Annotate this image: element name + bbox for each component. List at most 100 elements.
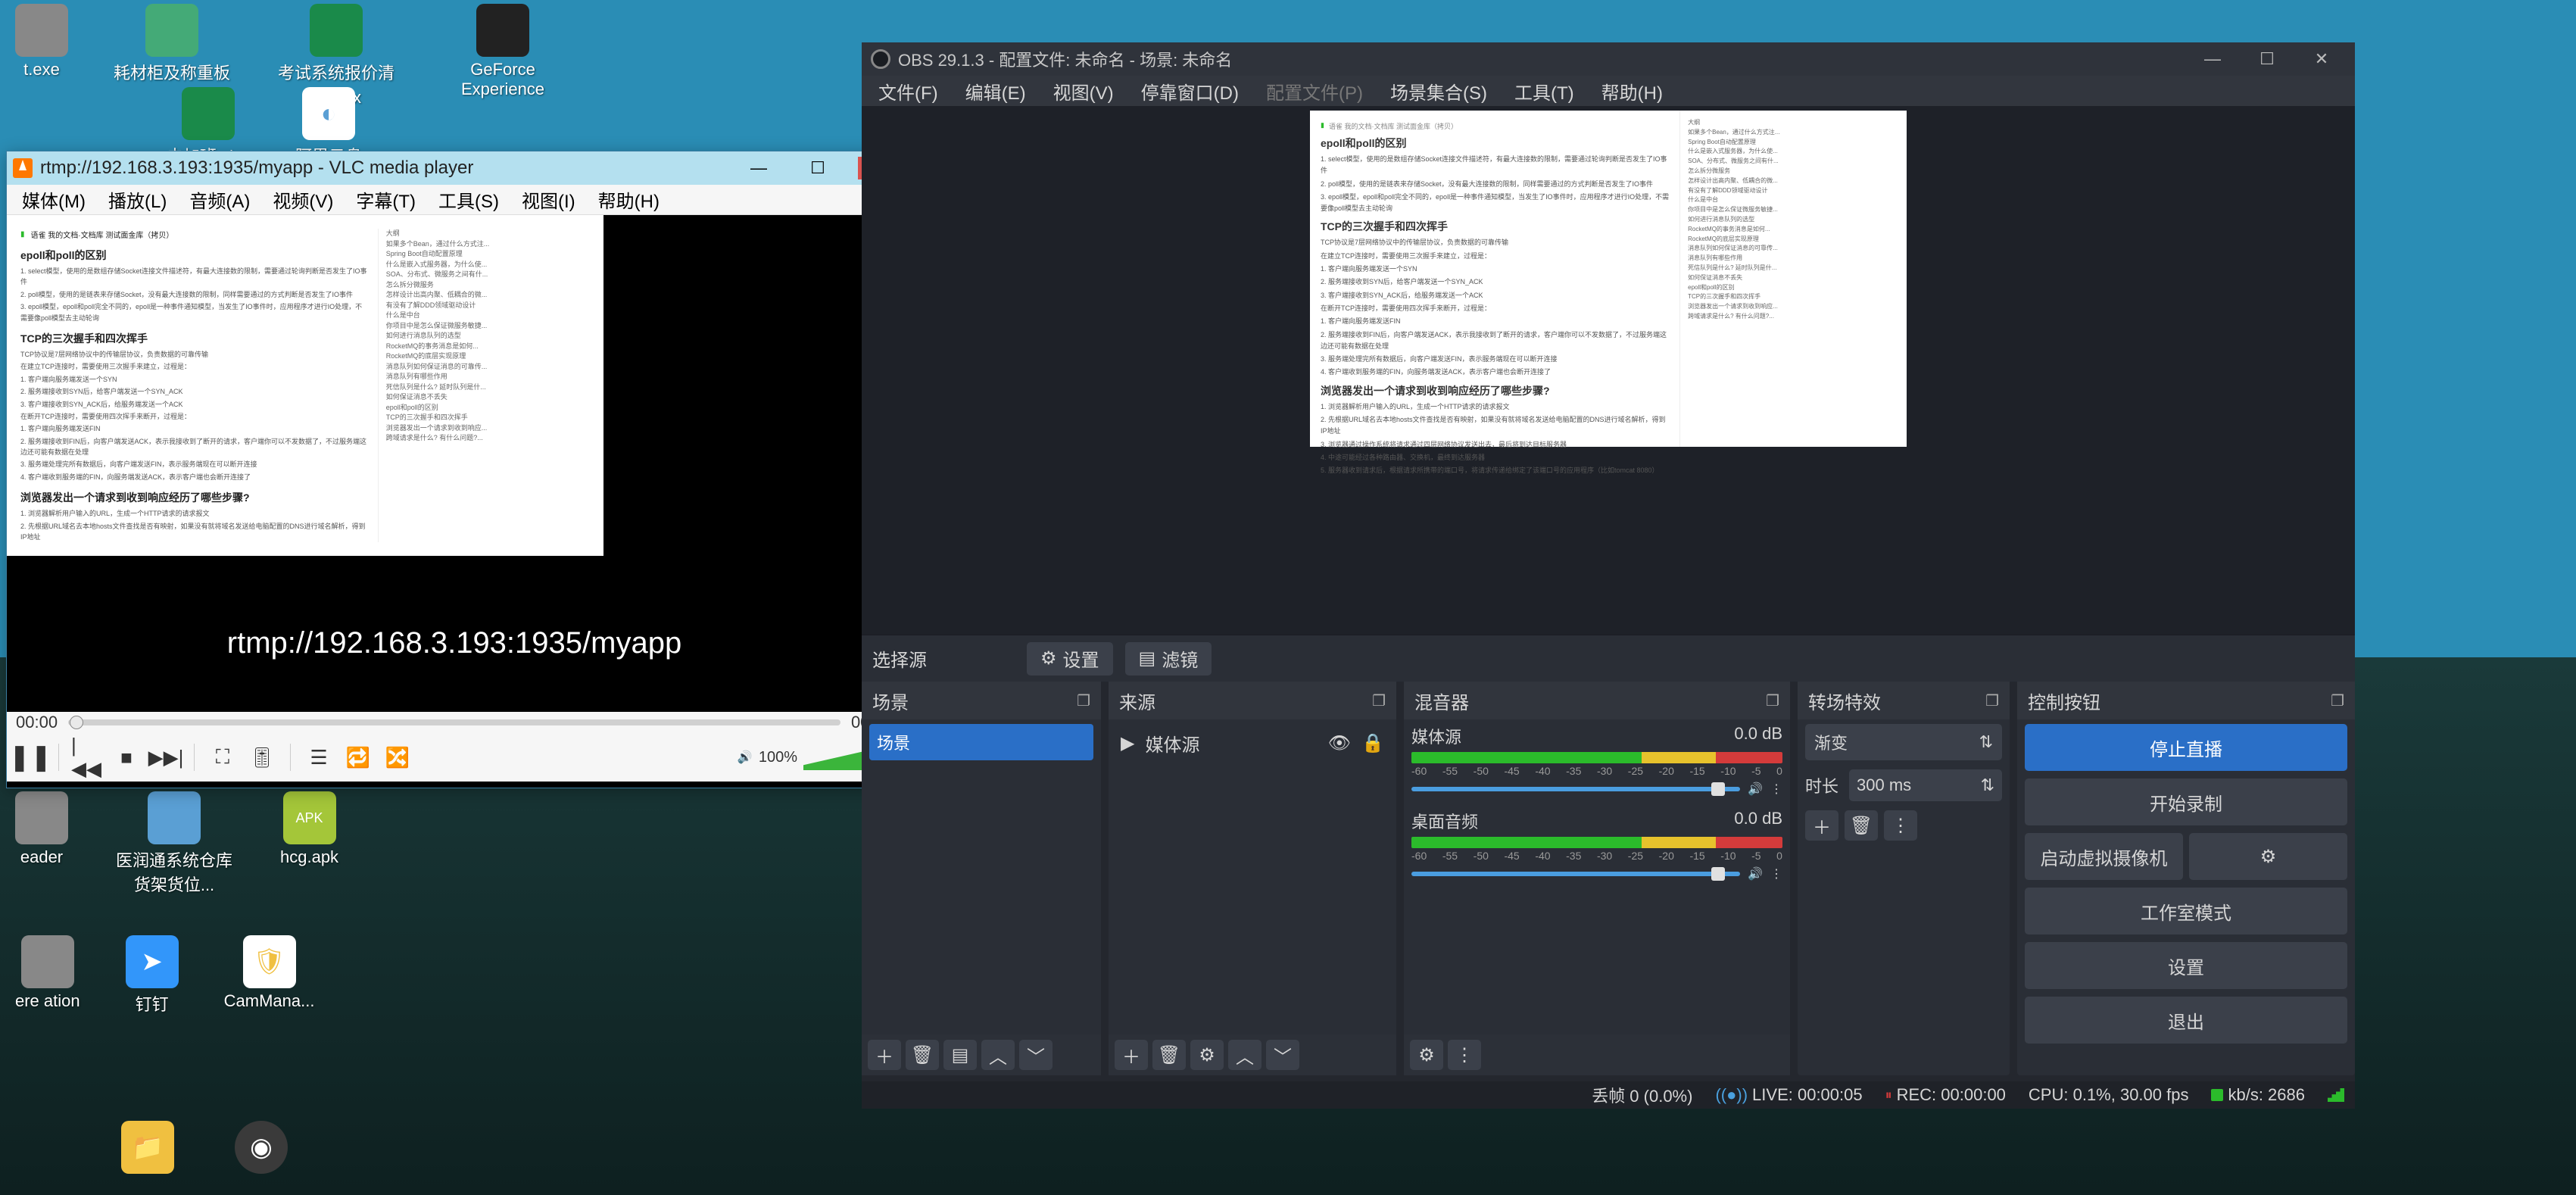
- add-source-button[interactable]: ＋: [1115, 1040, 1148, 1070]
- doc-text: 3. 服务端处理完所有数据后，向客户端发送FIN，表示服务端现在可以断开连接: [20, 459, 367, 470]
- fullscreen-button[interactable]: ⛶: [207, 741, 239, 773]
- dock-popout-icon[interactable]: ❐: [2331, 691, 2344, 710]
- dock-popout-icon[interactable]: ❐: [1985, 691, 1999, 710]
- remove-scene-button[interactable]: 🗑: [906, 1040, 939, 1070]
- chevron-updown-icon: ⇅: [1979, 732, 1993, 752]
- remove-source-button[interactable]: 🗑: [1152, 1040, 1186, 1070]
- extended-settings-button[interactable]: 🎚: [246, 741, 278, 773]
- doc-heading: TCP的三次握手和四次挥手: [1321, 219, 1669, 234]
- visibility-icon[interactable]: 👁: [1328, 732, 1351, 754]
- desktop-icon[interactable]: ere ation: [15, 935, 80, 1016]
- studio-mode-button[interactable]: 工作室模式: [2025, 888, 2347, 934]
- stop-button[interactable]: ■: [111, 741, 142, 773]
- speaker-icon[interactable]: 🔊: [1748, 866, 1763, 881]
- volume-slider[interactable]: [1411, 787, 1740, 791]
- vlc-titlebar[interactable]: rtmp://192.168.3.193:1935/myapp - VLC me…: [7, 151, 902, 185]
- next-button[interactable]: ▶▶|: [150, 741, 182, 773]
- more-icon[interactable]: ⋮: [1770, 866, 1782, 881]
- transition-select[interactable]: 渐变 ⇅: [1805, 724, 2002, 760]
- vlc-video-area[interactable]: ▮语雀 我的文档·文档库 测试面金库（拷贝） epoll和poll的区别 1. …: [7, 215, 902, 712]
- mixer-channel: 桌面音频0.0 dB -60-55-50-45-40-35-30-25-20-1…: [1411, 809, 1782, 881]
- loop-button[interactable]: 🔁: [342, 741, 374, 773]
- vlc-menu-audio[interactable]: 音频(A): [179, 183, 260, 216]
- dock-popout-icon[interactable]: ❐: [1372, 691, 1386, 710]
- volume-icon[interactable]: 🔊: [738, 750, 753, 765]
- duration-input[interactable]: 300 ms ⇅: [1849, 769, 2002, 801]
- minimize-button[interactable]: —: [2188, 45, 2237, 73]
- vlc-progress-slider[interactable]: [68, 719, 840, 725]
- maximize-button[interactable]: ☐: [799, 157, 837, 179]
- vlc-menu-view[interactable]: 视图(I): [511, 183, 586, 216]
- move-up-button[interactable]: ︿: [981, 1040, 1015, 1070]
- obs-menu-dock[interactable]: 停靠窗口(D): [1127, 73, 1252, 109]
- vlc-menu-playback[interactable]: 播放(L): [98, 183, 177, 216]
- speaker-icon[interactable]: 🔊: [1748, 782, 1763, 797]
- stepper-icon[interactable]: ⇅: [1981, 775, 1994, 795]
- add-transition-button[interactable]: ＋: [1805, 810, 1838, 841]
- vlc-menu-media[interactable]: 媒体(M): [11, 183, 96, 216]
- slider-knob[interactable]: [1711, 867, 1725, 881]
- slider-knob[interactable]: [1711, 782, 1725, 796]
- obs-menu-profile[interactable]: 配置文件(P): [1252, 73, 1377, 109]
- properties-button[interactable]: ⚙设置: [1027, 642, 1113, 676]
- scene-filter-button[interactable]: ▤: [943, 1040, 977, 1070]
- obs-menu-edit[interactable]: 编辑(E): [952, 73, 1040, 109]
- desktop-icon[interactable]: 🛡CamMana...: [224, 935, 315, 1016]
- prev-button[interactable]: |◀◀: [71, 741, 103, 773]
- obs-preview-area[interactable]: ▮语雀 我的文档·文档库 测试面金库（拷贝） epoll和poll的区别 1. …: [862, 106, 2355, 635]
- vlc-menu-video[interactable]: 视频(V): [262, 183, 344, 216]
- video-content: ▮语雀 我的文档·文档库 测试面金库（拷贝） epoll和poll的区别 1. …: [7, 215, 603, 556]
- vlc-menu-help[interactable]: 帮助(H): [588, 183, 670, 216]
- mixer-menu-button[interactable]: ⋮: [1448, 1040, 1481, 1070]
- obs-menu-file[interactable]: 文件(F): [865, 73, 952, 109]
- stop-streaming-button[interactable]: 停止直播: [2025, 724, 2347, 771]
- volume-slider[interactable]: [1411, 872, 1740, 876]
- obs-menu-tools[interactable]: 工具(T): [1501, 73, 1588, 109]
- desktop-icon-obs[interactable]: ◉: [235, 1121, 288, 1174]
- scene-item-active[interactable]: 场景: [869, 724, 1093, 760]
- start-recording-button[interactable]: 开始录制: [2025, 778, 2347, 825]
- exit-button[interactable]: 退出: [2025, 997, 2347, 1044]
- desktop-icon[interactable]: APKhcg.apk: [280, 791, 338, 896]
- source-item[interactable]: ▶ 媒体源 👁 🔒: [1116, 724, 1389, 763]
- close-button[interactable]: ✕: [2297, 45, 2346, 73]
- filter-icon: ▤: [1139, 647, 1156, 669]
- obs-menu-help[interactable]: 帮助(H): [1588, 73, 1676, 109]
- desktop-icon[interactable]: 医润通系统仓库货架货位...: [114, 791, 235, 896]
- transition-menu-button[interactable]: ⋮: [1884, 810, 1917, 841]
- vlc-menu-tools[interactable]: 工具(S): [428, 183, 510, 216]
- settings-button[interactable]: 设置: [2025, 942, 2347, 989]
- add-scene-button[interactable]: ＋: [868, 1040, 901, 1070]
- desktop-icon[interactable]: eader: [15, 791, 68, 896]
- virtual-cam-settings-button[interactable]: ⚙: [2189, 833, 2347, 880]
- icon-label: 耗材柜及称重板: [114, 60, 230, 84]
- playlist-button[interactable]: ☰: [303, 741, 335, 773]
- icon-label: ere ation: [15, 991, 80, 1011]
- vlc-menu-subtitle[interactable]: 字幕(T): [345, 183, 426, 216]
- dock-popout-icon[interactable]: ❐: [1077, 691, 1090, 710]
- start-virtual-cam-button[interactable]: 启动虚拟摄像机: [2025, 833, 2183, 880]
- desktop-icon[interactable]: GeForce Experience: [442, 4, 563, 108]
- move-down-button[interactable]: ﹀: [1266, 1040, 1299, 1070]
- channel-name: 桌面音频: [1411, 809, 1478, 833]
- minimize-button[interactable]: —: [740, 157, 778, 179]
- move-down-button[interactable]: ﹀: [1019, 1040, 1053, 1070]
- filters-button[interactable]: ▤滤镜: [1125, 642, 1212, 676]
- move-up-button[interactable]: ︿: [1228, 1040, 1261, 1070]
- source-properties-button[interactable]: ⚙: [1190, 1040, 1224, 1070]
- meter-scale: -60-55-50-45-40-35-30-25-20-15-10-50: [1411, 765, 1782, 777]
- obs-titlebar[interactable]: OBS 29.1.3 - 配置文件: 未命名 - 场景: 未命名 — ☐ ✕: [862, 42, 2355, 76]
- maximize-button[interactable]: ☐: [2243, 45, 2291, 73]
- dock-popout-icon[interactable]: ❐: [1766, 691, 1779, 710]
- pause-button[interactable]: ❚❚: [14, 741, 46, 773]
- lock-icon[interactable]: 🔒: [1361, 732, 1384, 754]
- desktop-icon-folder[interactable]: 📁: [121, 1121, 174, 1174]
- remove-transition-button[interactable]: 🗑: [1845, 810, 1878, 841]
- more-icon[interactable]: ⋮: [1770, 782, 1782, 797]
- shuffle-button[interactable]: 🔀: [382, 741, 413, 773]
- obs-menu-view[interactable]: 视图(V): [1040, 73, 1127, 109]
- slider-knob[interactable]: [70, 716, 83, 729]
- mixer-advanced-button[interactable]: ⚙: [1410, 1040, 1443, 1070]
- obs-menu-scene-collection[interactable]: 场景集合(S): [1377, 73, 1501, 109]
- desktop-icon[interactable]: ➤钉钉: [126, 935, 179, 1016]
